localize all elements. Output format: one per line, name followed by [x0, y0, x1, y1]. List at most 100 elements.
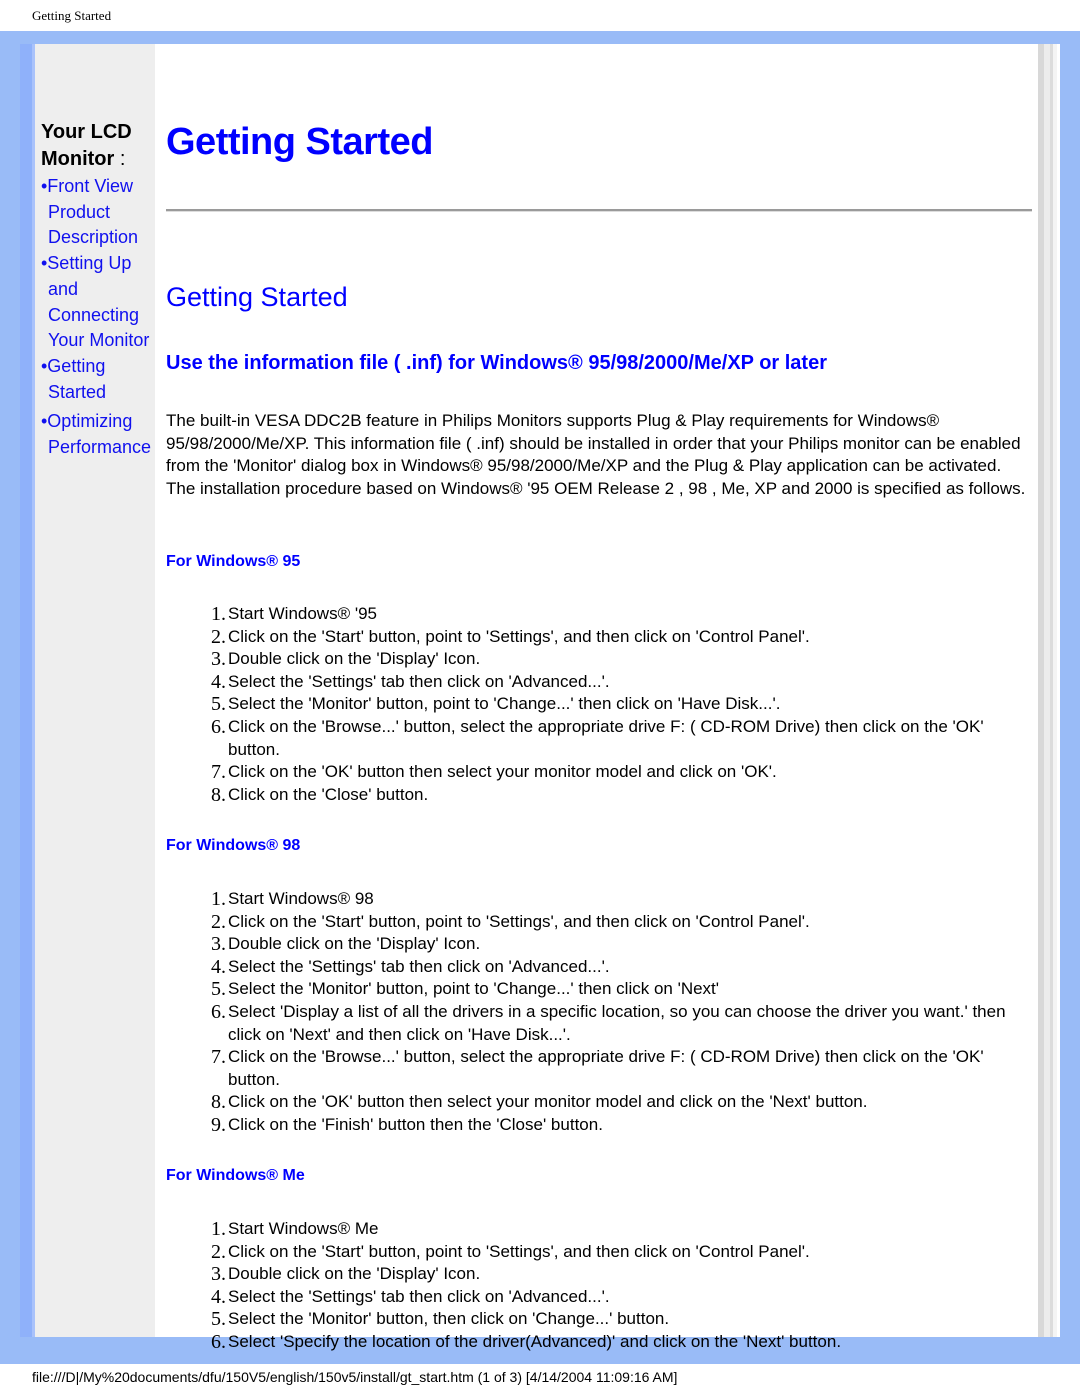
list-item: 2. Click on the 'Start' button, point to … — [166, 1241, 1032, 1264]
sidebar: Your LCD Monitor : •Front View Product D… — [35, 44, 155, 1337]
list-item: 4. Select the 'Settings' tab then click o… — [166, 956, 1032, 979]
step-number: 6. — [211, 1000, 226, 1023]
title-divider — [166, 209, 1032, 212]
list-item: 2. Click on the 'Start' button, point to … — [166, 911, 1032, 934]
step-number: 4. — [211, 670, 226, 693]
step-text: Select the 'Settings' tab then click on … — [228, 671, 610, 691]
step-text: Click on the 'Start' button, point to 'S… — [228, 626, 810, 646]
step-number: 5. — [211, 693, 226, 716]
step-number: 3. — [211, 648, 226, 671]
steps-list-winme: 1. Start Windows® Me 2. Click on the 'Start… — [166, 1218, 1032, 1354]
step-number: 4. — [211, 1285, 226, 1308]
step-number: 3. — [211, 933, 226, 956]
step-number: 5. — [211, 978, 226, 1001]
section-label-win95: For Windows® 95 — [166, 553, 301, 570]
list-item: 5. Select the 'Monitor' button, then clic… — [166, 1308, 1032, 1331]
list-item: 3. Double click on the 'Display' Icon. — [166, 648, 1032, 671]
sidebar-item-label: and — [48, 278, 79, 299]
step-text: Double click on the 'Display' Icon. — [228, 1264, 481, 1284]
sidebar-item-optimizing-performance[interactable]: •Optimizing Performance — [41, 409, 157, 460]
step-number: 5. — [211, 1308, 226, 1331]
list-item: 4. Select the 'Settings' tab then click o… — [166, 671, 1032, 694]
step-text: Select the 'Monitor' button, point to 'C… — [228, 979, 720, 999]
step-text: Click on the 'Start' button, point to 'S… — [228, 1241, 810, 1261]
sidebar-item-label: Description — [48, 227, 139, 248]
step-text: Double click on the 'Display' Icon. — [228, 934, 481, 954]
step-text: Click on the 'Start' button, point to 'S… — [228, 911, 810, 931]
sidebar-item-label: •Front View — [41, 176, 134, 196]
list-item: 6. Select 'Specify the location of the dr… — [166, 1331, 1032, 1354]
list-item: 7. Click on the 'Browse...' button, selec… — [166, 1046, 1032, 1091]
list-item: 6. Select 'Display a list of all the driv… — [166, 1001, 1032, 1046]
step-number: 6. — [211, 1330, 226, 1353]
main-content: Getting Started Getting Started Use the … — [155, 44, 1038, 1353]
step-number: 1. — [211, 888, 226, 910]
step-number: 2. — [211, 910, 226, 933]
list-item: 1. Start Windows® 98 — [166, 888, 1032, 911]
list-item: 8. Click on the 'Close' button. — [166, 784, 1032, 807]
step-number: 4. — [211, 955, 226, 978]
sidebar-item-label: Performance — [48, 437, 152, 458]
step-text: Select the 'Monitor' button, point to 'C… — [228, 694, 781, 714]
sidebar-item-label: Product — [48, 201, 111, 222]
sidebar-item-label: •Getting — [41, 355, 106, 376]
list-item: 1. Start Windows® '95 — [166, 603, 1032, 626]
step-text: Select the 'Settings' tab then click on … — [228, 1286, 610, 1306]
sidebar-item-front-view[interactable]: •Front View Product Description — [41, 174, 157, 251]
step-number: 1. — [211, 603, 226, 625]
section-heading: Use the information file ( .inf) for Win… — [166, 352, 827, 374]
step-text: Start Windows® '95 — [228, 604, 377, 623]
step-text: Start Windows® 98 — [228, 889, 374, 908]
step-text: Double click on the 'Display' Icon. — [228, 649, 481, 669]
step-text: Select 'Specify the location of the driv… — [228, 1331, 842, 1351]
list-item: 5. Select the 'Monitor' button, point to … — [166, 978, 1032, 1001]
step-text: Click on the 'Browse...' button, select … — [228, 1047, 984, 1089]
section-label-winme: For Windows® Me — [166, 1167, 305, 1184]
step-text: Click on the 'Close' button. — [228, 784, 429, 804]
sidebar-item-setting-up[interactable]: •Setting Up and Connecting Your Monitor — [41, 251, 157, 354]
sidebar-title-line2: Monitor — [41, 148, 115, 170]
sidebar-title-colon: : — [114, 148, 126, 170]
step-number: 2. — [211, 625, 226, 648]
sidebar-title: Your LCD Monitor : — [41, 119, 132, 173]
print-header-title: Getting Started — [32, 8, 112, 23]
list-item: 1. Start Windows® Me — [166, 1218, 1032, 1241]
step-number: 3. — [211, 1263, 226, 1286]
list-item: 4. Select the 'Settings' tab then click o… — [166, 1286, 1032, 1309]
step-number: 8. — [211, 783, 226, 806]
step-text: Select the 'Settings' tab then click on … — [228, 956, 610, 976]
step-text: Select the 'Monitor' button, then click … — [228, 1309, 670, 1329]
page-title: Getting Started — [166, 121, 433, 163]
step-text: Click on the 'Browse...' button, select … — [228, 716, 984, 759]
steps-list-win95: 1. Start Windows® '95 2. Click on the 'Star… — [166, 603, 1032, 806]
steps-list-win98: 1. Start Windows® 98 2. Click on the 'Start… — [166, 888, 1032, 1137]
step-text: Select 'Display a list of all the driver… — [228, 1001, 1006, 1044]
sidebar-item-label: Connecting — [48, 304, 140, 325]
sidebar-item-label: •Setting Up — [41, 253, 132, 274]
page-subtitle: Getting Started — [166, 282, 348, 312]
list-item: 7. Click on the 'OK' button then select y… — [166, 761, 1032, 784]
list-item: 8. Click on the 'OK' button then select y… — [166, 1091, 1032, 1114]
page-frame: Your LCD Monitor : •Front View Product D… — [0, 31, 1080, 1364]
step-number: 7. — [211, 761, 226, 784]
sidebar-item-getting-started[interactable]: •Getting Started — [41, 354, 157, 405]
step-text: Start Windows® Me — [228, 1219, 379, 1238]
step-number: 1. — [211, 1218, 226, 1240]
list-item: 9. Click on the 'Finish' button then the … — [166, 1114, 1032, 1137]
sidebar-nav: •Front View Product Description •Setting… — [41, 174, 157, 461]
sidebar-item-label: •Optimizing — [41, 411, 133, 432]
step-text: Click on the 'OK' button then select you… — [228, 1092, 868, 1112]
list-item: 2. Click on the 'Start' button, point to … — [166, 626, 1032, 649]
sidebar-item-label: Started — [48, 381, 107, 402]
step-number: 9. — [211, 1113, 226, 1136]
section-label-win98: For Windows® 98 — [166, 837, 301, 854]
list-item: 5. Select the 'Monitor' button, point to … — [166, 693, 1032, 716]
print-footer-path: file:///D|/My%20documents/dfu/150V5/engl… — [32, 1369, 678, 1385]
step-number: 2. — [211, 1240, 226, 1263]
step-text: Click on the 'Finish' button then the 'C… — [228, 1114, 603, 1134]
sidebar-item-label: Your Monitor — [48, 330, 150, 351]
frame-right-strips — [1038, 44, 1060, 1337]
step-number: 7. — [211, 1046, 226, 1069]
step-text: Click on the 'OK' button then select you… — [228, 762, 777, 782]
list-item: 3. Double click on the 'Display' Icon. — [166, 1263, 1032, 1286]
